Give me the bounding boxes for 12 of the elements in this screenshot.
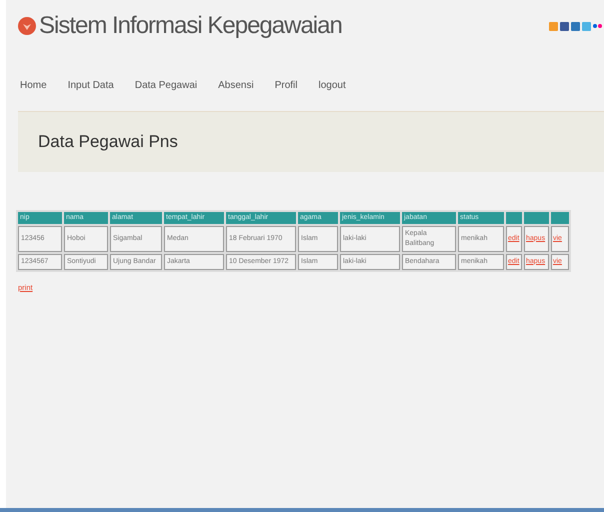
- nav-link[interactable]: Absensi: [218, 78, 254, 93]
- nav-link[interactable]: Input Data: [68, 78, 114, 93]
- nav-link[interactable]: Home: [20, 78, 47, 93]
- nav-link[interactable]: logout: [318, 78, 346, 93]
- nav-link[interactable]: Data Pegawai: [134, 78, 198, 93]
- page-heading: Data Pegawai Pns: [38, 131, 178, 154]
- column-header: [506, 212, 522, 224]
- site-title: Sistem Informasi Kepegawaian: [39, 14, 342, 38]
- column-header: [551, 212, 569, 224]
- logo-icon: [18, 17, 36, 35]
- column-header: [524, 212, 549, 224]
- nav-link[interactable]: Profil: [274, 78, 298, 93]
